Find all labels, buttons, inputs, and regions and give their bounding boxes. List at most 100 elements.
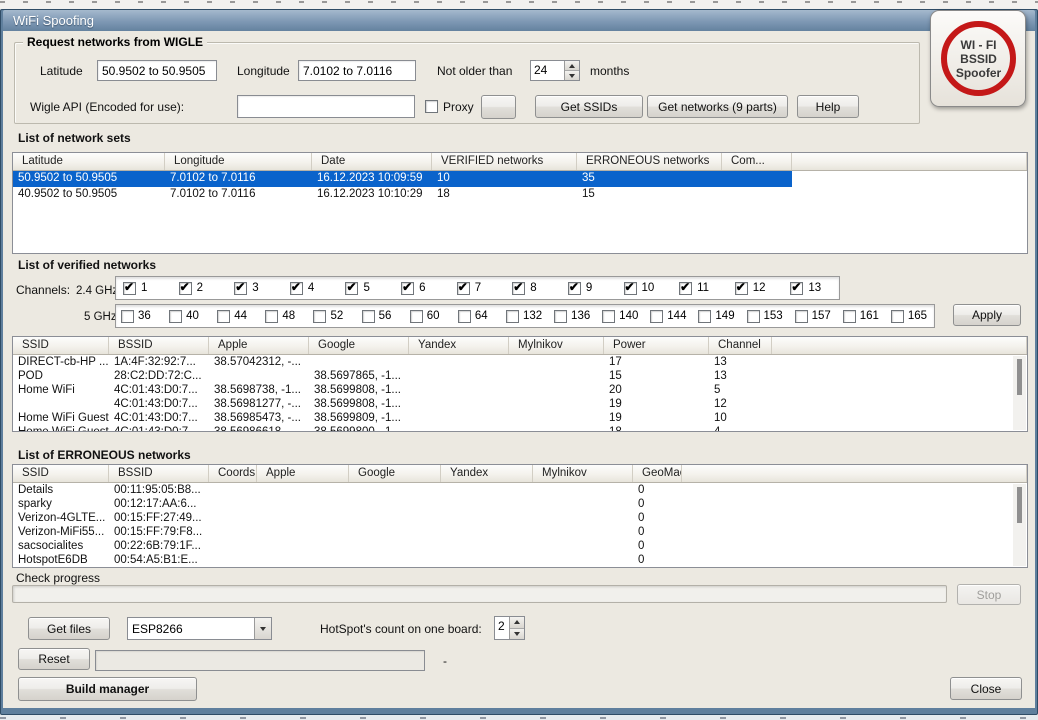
channel-checkbox[interactable] — [313, 310, 326, 323]
proxy-extra-button[interactable] — [481, 95, 516, 119]
spin-up-button[interactable] — [565, 61, 579, 71]
channel-checkbox[interactable] — [554, 310, 567, 323]
channel-checkbox-cell[interactable]: 11 — [672, 282, 728, 295]
stop-button[interactable]: Stop — [957, 584, 1021, 605]
column-header[interactable]: SSID — [13, 465, 109, 482]
channel-checkbox-cell[interactable]: 161 — [838, 310, 886, 323]
column-header[interactable]: VERIFIED networks — [432, 153, 577, 170]
erroneous-networks-table[interactable]: SSIDBSSIDCoordsAppleGoogleYandexMylnikov… — [12, 464, 1028, 568]
hotspot-count-value[interactable]: 2 — [495, 617, 509, 639]
verified-networks-table[interactable]: SSIDBSSIDAppleGoogleYandexMylnikovPowerC… — [12, 336, 1028, 432]
table-row[interactable]: Verizon-MiFi55... 00:15:FF:79:F8... 0 — [13, 525, 682, 539]
help-button[interactable]: Help — [797, 95, 859, 118]
network-sets-table[interactable]: LatitudeLongitudeDateVERIFIED networksER… — [12, 152, 1028, 254]
months-value[interactable]: 24 — [531, 61, 564, 80]
channel-checkbox[interactable] — [457, 282, 470, 295]
channel-checkbox[interactable] — [401, 282, 414, 295]
table-row[interactable]: 4C:01:43:D0:7... 38.56981277, -... 38.56… — [13, 397, 772, 411]
table-row[interactable]: DIRECT-cb-HP ... 1A:4F:32:92:7... 38.570… — [13, 355, 772, 369]
column-header[interactable]: Google — [349, 465, 441, 482]
channel-checkbox-cell[interactable]: 3 — [227, 282, 283, 295]
channel-checkbox-cell[interactable]: 64 — [453, 310, 501, 323]
table-row[interactable]: Verizon-4GLTE... 00:15:FF:27:49... 0 — [13, 511, 682, 525]
build-manager-button[interactable]: Build manager — [18, 677, 197, 701]
proxy-checkbox[interactable] — [425, 100, 438, 113]
table-row[interactable]: Home WiFi Guest 4C:01:43:D0:7... 38.5698… — [13, 425, 772, 432]
column-header[interactable] — [772, 337, 1027, 354]
get-files-button[interactable]: Get files — [28, 617, 110, 640]
channel-checkbox[interactable] — [747, 310, 760, 323]
channel-checkbox-cell[interactable]: 149 — [693, 310, 741, 323]
channel-checkbox-cell[interactable]: 48 — [260, 310, 308, 323]
scrollbar[interactable] — [1013, 356, 1026, 430]
table-row[interactable]: sparky 00:12:17:AA:6... 0 — [13, 497, 682, 511]
chevron-down-icon[interactable] — [254, 618, 271, 639]
column-header[interactable]: Yandex — [441, 465, 533, 482]
channel-checkbox-cell[interactable]: 136 — [549, 310, 597, 323]
channel-checkbox-cell[interactable]: 12 — [728, 282, 784, 295]
channel-checkbox[interactable] — [179, 282, 192, 295]
column-header[interactable]: Apple — [209, 337, 309, 354]
channel-checkbox[interactable] — [650, 310, 663, 323]
close-button[interactable]: Close — [950, 677, 1022, 700]
reset-field[interactable] — [95, 650, 425, 671]
channel-checkbox-cell[interactable]: 4 — [283, 282, 339, 295]
channel-checkbox[interactable] — [217, 310, 230, 323]
get-networks-button[interactable]: Get networks (9 parts) — [647, 95, 788, 118]
channel-checkbox-cell[interactable]: 2 — [172, 282, 228, 295]
channel-checkbox[interactable] — [512, 282, 525, 295]
spin-up-button[interactable] — [510, 617, 524, 629]
channel-checkbox[interactable] — [679, 282, 692, 295]
channel-checkbox[interactable] — [123, 282, 136, 295]
channel-checkbox[interactable] — [458, 310, 471, 323]
table-row[interactable]: HotspotE6DB 00:54:A5:B1:E... 0 — [13, 553, 682, 567]
channel-checkbox[interactable] — [891, 310, 904, 323]
get-ssids-button[interactable]: Get SSIDs — [535, 95, 643, 118]
channel-checkbox[interactable] — [121, 310, 134, 323]
column-header[interactable]: Longitude — [165, 153, 312, 170]
channel-checkbox-cell[interactable]: 40 — [164, 310, 212, 323]
column-header[interactable]: Date — [312, 153, 432, 170]
scrollbar[interactable] — [1013, 484, 1026, 566]
column-header[interactable]: Mylnikov — [533, 465, 633, 482]
column-header[interactable]: BSSID — [109, 465, 209, 482]
table-row[interactable]: Home WiFi 4C:01:43:D0:7... 38.5698738, -… — [13, 383, 772, 397]
channel-checkbox[interactable] — [506, 310, 519, 323]
column-header[interactable]: Com... — [722, 153, 792, 170]
scrollbar-thumb[interactable] — [1017, 359, 1022, 395]
months-spinner[interactable]: 24 — [530, 60, 580, 81]
spin-down-button[interactable] — [565, 71, 579, 80]
table-row[interactable]: POD 28:C2:DD:72:C... 38.5697865, -1... 1… — [13, 369, 772, 383]
reset-button[interactable]: Reset — [18, 648, 90, 670]
column-header[interactable]: SSID — [13, 337, 109, 354]
table-row[interactable]: sacsocialites 00:22:6B:79:1F... 0 — [13, 539, 682, 553]
channel-checkbox-cell[interactable]: 165 — [886, 310, 934, 323]
channel-checkbox[interactable] — [624, 282, 637, 295]
apply-button[interactable]: Apply — [953, 304, 1021, 326]
channel-checkbox[interactable] — [345, 282, 358, 295]
channel-checkbox-cell[interactable]: 1 — [116, 282, 172, 295]
longitude-input[interactable] — [298, 60, 416, 81]
column-header[interactable]: Google — [309, 337, 409, 354]
channel-checkbox[interactable] — [410, 310, 423, 323]
channel-checkbox-cell[interactable]: 140 — [597, 310, 645, 323]
table-row[interactable]: Details 00:11:95:05:B8... 0 — [13, 483, 682, 497]
column-header[interactable]: Apple — [257, 465, 349, 482]
title-bar[interactable]: WiFi Spoofing — [3, 10, 1035, 31]
column-header[interactable]: Yandex — [409, 337, 509, 354]
column-header[interactable]: Mylnikov — [509, 337, 604, 354]
channel-checkbox-cell[interactable]: 36 — [116, 310, 164, 323]
column-header[interactable]: GeoMac — [633, 465, 682, 482]
channel-checkbox-cell[interactable]: 60 — [405, 310, 453, 323]
column-header[interactable]: ERRONEOUS networks — [577, 153, 722, 170]
channel-checkbox-cell[interactable]: 6 — [394, 282, 450, 295]
column-header[interactable] — [682, 465, 1027, 482]
column-header[interactable]: Coords — [209, 465, 257, 482]
channel-checkbox[interactable] — [843, 310, 856, 323]
channel-checkbox[interactable] — [169, 310, 182, 323]
channel-checkbox-cell[interactable]: 10 — [617, 282, 673, 295]
spin-down-button[interactable] — [510, 629, 524, 640]
board-select[interactable]: ESP8266 — [127, 617, 272, 640]
channel-checkbox-cell[interactable]: 144 — [645, 310, 693, 323]
channel-checkbox[interactable] — [568, 282, 581, 295]
